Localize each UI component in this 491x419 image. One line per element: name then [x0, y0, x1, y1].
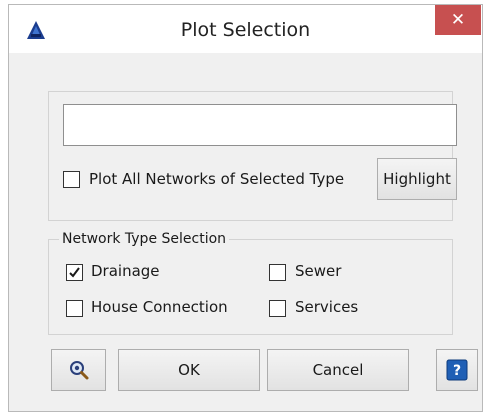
highlight-button[interactable]: Highlight	[377, 158, 457, 200]
magnifier-icon	[69, 361, 88, 380]
sewer-checkbox[interactable]	[269, 264, 286, 281]
checkmark-icon	[69, 267, 80, 278]
help-icon: ?	[446, 359, 468, 381]
plot-all-label: Plot All Networks of Selected Type	[89, 170, 345, 188]
drainage-label: Drainage	[91, 262, 160, 280]
title-bar: Plot Selection ✕	[9, 5, 482, 53]
ok-button[interactable]: OK	[118, 349, 260, 391]
house-connection-checkbox[interactable]	[66, 300, 83, 317]
svg-text:?: ?	[453, 363, 461, 379]
ok-label: OK	[178, 361, 200, 379]
highlight-label: Highlight	[383, 170, 451, 188]
window-title: Plot Selection	[180, 19, 311, 41]
close-button[interactable]: ✕	[435, 5, 481, 35]
drainage-checkbox[interactable]	[66, 264, 83, 281]
services-checkbox[interactable]	[269, 300, 286, 317]
house-connection-label: House Connection	[91, 298, 228, 316]
plot-selection-dialog: Plot Selection ✕ Plot All Networks of Se…	[8, 4, 483, 412]
selection-group: Plot All Networks of Selected Type Highl…	[48, 91, 457, 221]
services-label: Services	[295, 298, 359, 316]
cancel-label: Cancel	[312, 361, 364, 379]
zoom-button[interactable]	[51, 349, 106, 391]
plot-all-checkbox[interactable]	[63, 171, 80, 188]
sewer-label: Sewer	[295, 262, 342, 280]
network-type-legend: Network Type Selection	[59, 231, 230, 247]
help-button[interactable]: ?	[436, 349, 478, 391]
cancel-button[interactable]: Cancel	[267, 349, 409, 391]
network-type-group	[48, 239, 453, 335]
close-icon: ✕	[450, 10, 466, 29]
selection-input[interactable]	[63, 104, 457, 146]
